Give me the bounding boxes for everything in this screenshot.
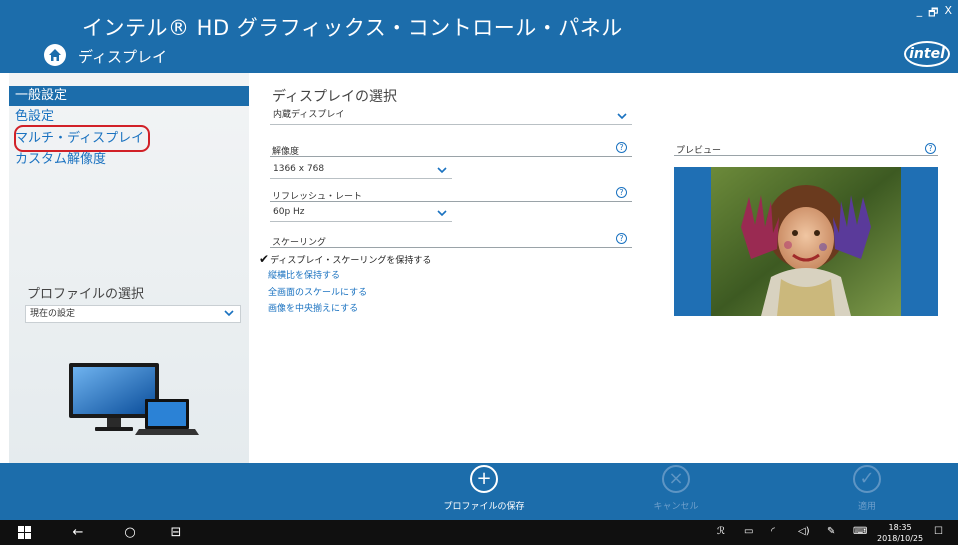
chevron-down-icon: [224, 310, 234, 317]
help-icon[interactable]: ?: [616, 233, 627, 244]
restore-button[interactable]: 🗗: [928, 4, 938, 23]
volume-icon[interactable]: ◁): [798, 526, 810, 537]
plus-icon: +: [470, 465, 498, 493]
checkmark-icon: ✓: [853, 465, 881, 493]
help-icon[interactable]: ?: [925, 143, 936, 154]
save-profile-label: プロファイルの保存: [443, 502, 525, 512]
preview-frame: [674, 167, 938, 316]
chevron-down-icon: [437, 167, 447, 174]
display-select[interactable]: 内蔵ディスプレイ: [270, 106, 632, 125]
start-button[interactable]: [12, 520, 36, 545]
profile-label: プロファイルの選択: [27, 287, 145, 302]
cancel-button[interactable]: × キャンセル: [621, 465, 731, 512]
refresh-rate-value: 60p Hz: [273, 207, 305, 217]
resolution-value: 1366 x 768: [273, 164, 325, 174]
close-icon: ×: [662, 465, 690, 493]
scaling-option-label: ディスプレイ・スケーリングを保持する: [270, 256, 432, 266]
action-bar: + プロファイルの保存 × キャンセル ✓ 適用: [0, 463, 958, 520]
profile-select[interactable]: 現在の設定: [25, 305, 241, 323]
close-button[interactable]: X: [944, 4, 952, 23]
back-arrow-icon[interactable]: ←: [66, 520, 90, 545]
sidebar: 一般設定 色設定 マルチ・ディスプレイ カスタム解像度 プロファイルの選択 現在…: [9, 73, 249, 463]
refresh-rate-select[interactable]: 60p Hz: [270, 203, 452, 222]
task-view-icon[interactable]: ⊟: [164, 520, 188, 545]
section-title: ディスプレイ: [78, 48, 167, 66]
sidebar-item-custom-resolution[interactable]: カスタム解像度: [9, 150, 249, 170]
highlight-ring: [14, 125, 150, 152]
home-button[interactable]: [44, 44, 66, 66]
preview-photo: [711, 167, 901, 316]
chevron-down-icon: [437, 210, 447, 217]
help-icon[interactable]: ?: [616, 142, 627, 153]
battery-icon[interactable]: ▭: [744, 526, 753, 537]
wifi-icon[interactable]: ◜: [771, 526, 775, 537]
apply-label: 適用: [857, 502, 876, 512]
divider: [674, 155, 938, 156]
divider: [270, 156, 632, 157]
windows-icon: [17, 526, 31, 539]
save-profile-button[interactable]: + プロファイルの保存: [429, 465, 539, 512]
scaling-option-center[interactable]: 画像を中央揃えにする: [268, 301, 358, 314]
keyboard-icon[interactable]: ⌨: [853, 526, 867, 537]
clock-time: 18:35: [888, 523, 912, 532]
help-icon[interactable]: ?: [616, 187, 627, 198]
profile-select-value: 現在の設定: [30, 309, 76, 319]
sidebar-item-color[interactable]: 色設定: [9, 107, 249, 127]
title-bar: インテル® HD グラフィックス・コントロール・パネル _ 🗗 X ディスプレイ…: [0, 0, 958, 73]
window-controls: _ 🗗 X: [917, 4, 952, 23]
scaling-option-maintain-aspect[interactable]: 縦横比を保持する: [268, 268, 340, 281]
cancel-label: キャンセル: [653, 502, 699, 512]
people-icon[interactable]: ℛ: [717, 526, 725, 537]
search-circle-icon[interactable]: ○: [118, 520, 142, 545]
clock-date: 2018/10/25: [877, 534, 924, 543]
display-select-value: 内蔵ディスプレイ: [273, 110, 345, 120]
minimize-button[interactable]: _: [917, 4, 923, 23]
home-icon: [49, 49, 61, 61]
divider: [270, 201, 632, 202]
intel-logo: intel: [904, 41, 950, 67]
pen-icon[interactable]: ✎: [827, 526, 835, 537]
resolution-select[interactable]: 1366 x 768: [270, 160, 452, 179]
scaling-option-full-screen[interactable]: 全画面のスケールにする: [268, 285, 367, 298]
sidebar-item-general[interactable]: 一般設定: [9, 86, 249, 106]
divider: [270, 247, 632, 248]
monitor-laptop-illustration: [69, 363, 199, 435]
chevron-down-icon: [617, 113, 627, 120]
checkmark-icon: ✔: [259, 252, 270, 266]
app-title: インテル® HD グラフィックス・コントロール・パネル: [82, 16, 623, 40]
apply-button[interactable]: ✓ 適用: [812, 465, 922, 512]
taskbar: ← ○ ⊟ ℛ ▭ ◜ ◁) ✎ ⌨ 18:35 2018/10/25 ☐: [0, 520, 958, 545]
clock[interactable]: 18:35 2018/10/25: [877, 522, 923, 544]
scaling-option-maintain-display[interactable]: ✔ディスプレイ・スケーリングを保持する: [259, 252, 431, 266]
notification-icon[interactable]: ☐: [934, 526, 943, 537]
display-select-title: ディスプレイの選択: [272, 89, 398, 105]
